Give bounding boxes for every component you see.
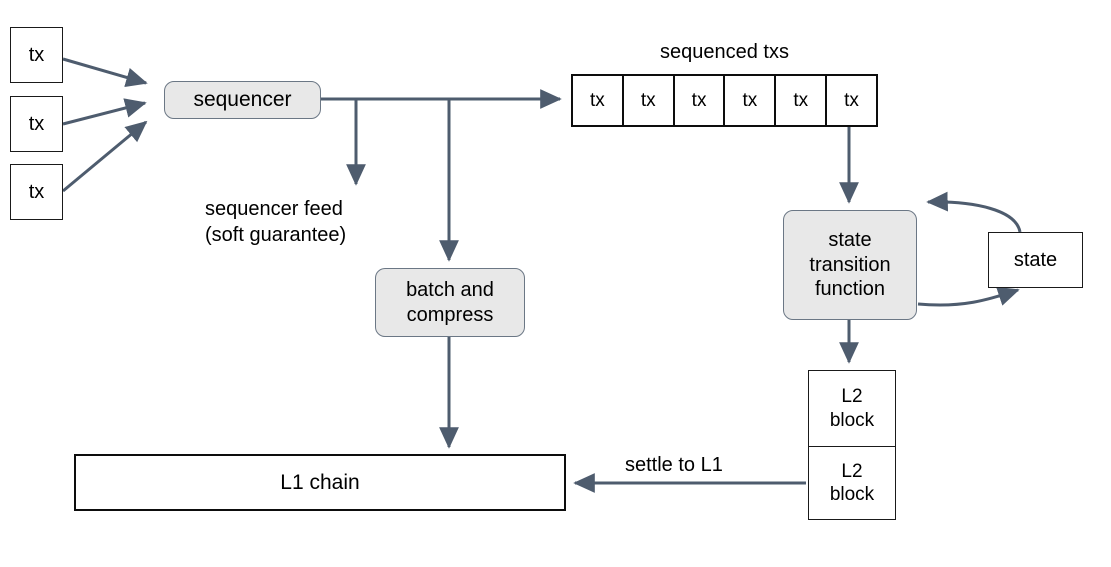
tx-input-box-3: tx [10,164,63,220]
sequenced-tx-cell: tx [844,89,859,111]
sequenced-tx-cell: tx [725,76,777,125]
sequenced-tx-cell: tx [675,76,726,125]
edge-tx2-to-sequencer [62,98,147,126]
tx-input-label: tx [28,112,45,135]
tx-input-box-1: tx [10,27,63,83]
batch-and-compress-node: batch and compress [375,268,525,337]
tx-input-label: tx [28,43,45,66]
edge-state-to-stf [926,191,1022,233]
edge-tx1-to-sequencer [62,57,148,88]
sequenced-tx-cell: tx [624,76,675,125]
l2-block-label: L2 block [829,460,875,505]
sequencer-label: sequencer [193,88,292,112]
diagram-canvas: tx tx tx sequencer sequencer feed (soft … [0,0,1111,567]
sequenced-txs-strip: tx tx tx tx tx tx [571,74,878,127]
state-transition-function-node: state transition function [783,210,917,320]
l1-chain-node: L1 chain [74,454,566,511]
tx-input-label: tx [28,180,45,203]
edge-tx3-to-sequencer [62,120,148,193]
state-label: state [1013,248,1058,271]
sequenced-txs-title: sequenced txs [660,41,789,63]
sequenced-tx-cell: tx [776,76,828,125]
state-node: state [988,232,1083,288]
l2-block-top: L2 block [808,370,896,447]
sequencer-feed-label: sequencer feed (soft guarantee) [205,198,347,246]
batch-and-compress-label: batch and compress [406,279,494,326]
sequencer-node: sequencer [164,81,321,119]
l2-block-bottom: L2 block [808,446,896,520]
settle-to-l1-label: settle to L1 [625,454,723,476]
edge-stf-to-state [917,286,1020,307]
l2-block-label: L2 block [829,386,875,431]
l1-chain-label: L1 chain [280,470,360,494]
sequenced-tx-cell: tx [573,76,624,125]
state-transition-function-label: state transition function [809,229,891,301]
tx-input-box-2: tx [10,96,63,152]
